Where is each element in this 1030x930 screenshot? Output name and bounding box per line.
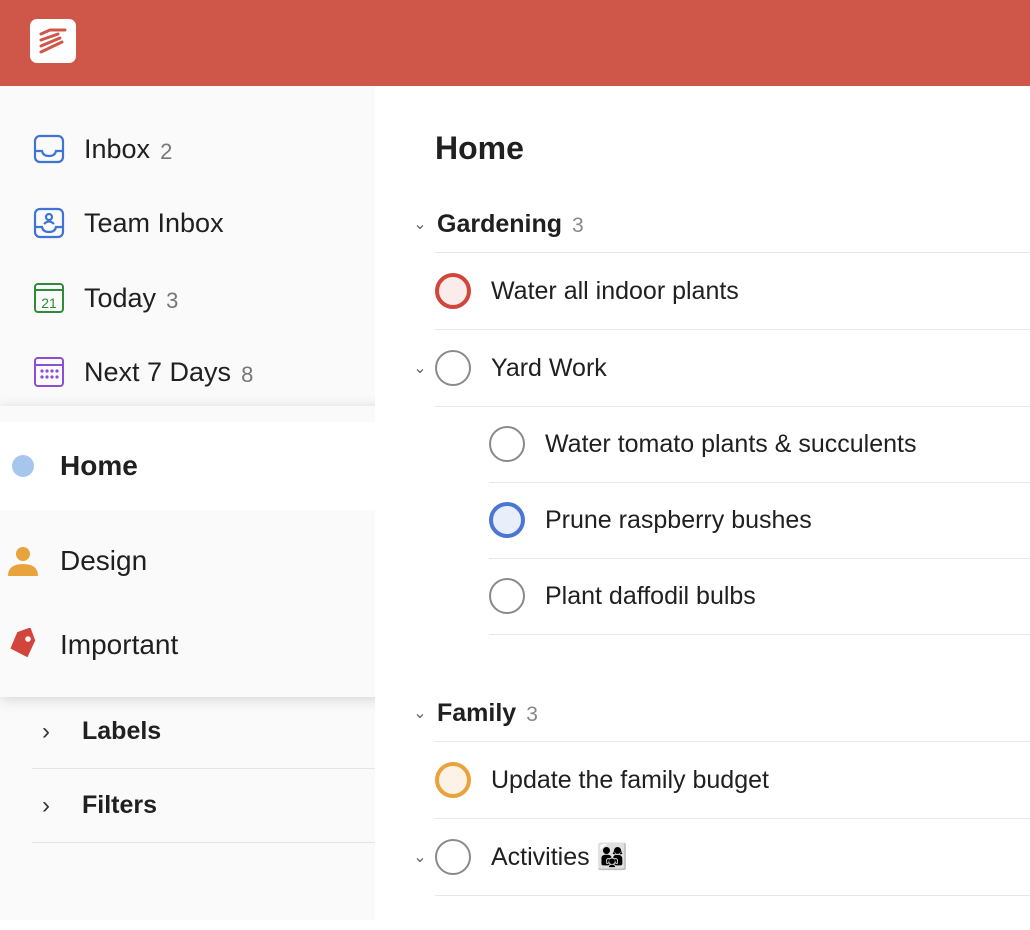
task-checkbox[interactable] [489, 426, 525, 462]
sidebar-item-today[interactable]: 21 Today 3 [32, 278, 178, 318]
task-label: Yard Work [491, 353, 607, 382]
sidebar-item-label: Today [84, 282, 157, 313]
task-checkbox[interactable] [435, 839, 471, 875]
chevron-down-icon[interactable]: ⌄ [405, 847, 435, 867]
next-7-days-count: 8 [241, 362, 254, 387]
task-label: Water tomato plants & succulents [545, 429, 917, 458]
popup-item-design[interactable]: Design [0, 517, 392, 605]
subtask-row[interactable]: Plant daffodil bulbs [489, 558, 1030, 635]
section-name: Family [437, 698, 517, 727]
sidebar-item-label: Inbox [84, 133, 151, 164]
task-row[interactable]: Water all indoor plants [435, 253, 1030, 330]
chevron-right-icon: › [42, 717, 50, 745]
chevron-down-icon[interactable]: ⌄ [405, 214, 435, 234]
task-row-activities[interactable]: ⌄ Activities 👨‍👩‍👧 [413, 819, 1030, 896]
calendar-today-icon: 21 [32, 281, 66, 315]
sidebar-item-label: Next 7 Days [84, 356, 232, 387]
main-content: Home ⌄ Gardening 3 Water all indoor plan… [375, 86, 1030, 930]
sidebar-item-next-7-days[interactable]: Next 7 Days 8 [32, 352, 253, 392]
inbox-count: 2 [160, 139, 173, 164]
task-checkbox[interactable] [435, 273, 471, 309]
section-name: Gardening [437, 209, 563, 238]
subtask-row[interactable]: Water tomato plants & succulents [489, 406, 1030, 483]
sidebar-section-label: Filters [82, 791, 158, 819]
task-label: Activities 👨‍👩‍👧 [491, 842, 628, 871]
task-label: Update the family budget [491, 765, 769, 794]
page-title: Home [435, 130, 524, 166]
sidebar-item-inbox[interactable]: Inbox 2 [32, 129, 172, 169]
today-count: 3 [166, 288, 179, 313]
svg-text:21: 21 [41, 295, 57, 311]
sidebar-item-team-inbox[interactable]: Team Inbox [32, 203, 224, 243]
chevron-right-icon: › [42, 791, 50, 819]
sidebar-filters-toggle[interactable]: › Filters [32, 769, 375, 843]
section-count: 3 [526, 703, 538, 726]
section-header-family[interactable]: ⌄ Family 3 [405, 688, 1030, 738]
task-row[interactable]: Update the family budget [435, 742, 1030, 819]
task-label: Water all indoor plants [491, 276, 739, 305]
popup-item-home[interactable]: Home [0, 422, 392, 510]
subtask-row[interactable]: Prune raspberry bushes [489, 482, 1030, 559]
top-bar [0, 0, 1030, 86]
sidebar-item-label: Team Inbox [84, 207, 224, 238]
section-count: 3 [572, 214, 584, 237]
team-inbox-icon [32, 206, 66, 240]
task-row-yard-work[interactable]: ⌄ Yard Work [413, 330, 1030, 407]
task-checkbox[interactable] [435, 762, 471, 798]
task-label: Prune raspberry bushes [545, 505, 812, 534]
task-checkbox[interactable] [489, 502, 525, 538]
popup-item-label: Important [60, 629, 179, 660]
task-label: Plant daffodil bulbs [545, 581, 756, 610]
todoist-logo-icon[interactable] [30, 19, 76, 63]
sidebar-labels-toggle[interactable]: › Labels [32, 695, 375, 769]
popup-item-important[interactable]: Important [0, 601, 392, 689]
calendar-week-icon [32, 355, 66, 389]
dot-icon [6, 449, 40, 483]
task-checkbox[interactable] [435, 350, 471, 386]
task-checkbox[interactable] [489, 578, 525, 614]
section-header-gardening[interactable]: ⌄ Gardening 3 [405, 199, 1030, 249]
chevron-down-icon[interactable]: ⌄ [405, 358, 435, 378]
projects-popup: Home Design Important [0, 406, 407, 697]
sidebar-section-label: Labels [82, 717, 162, 745]
popup-item-label: Design [60, 545, 148, 576]
tag-icon [6, 628, 40, 662]
chevron-down-icon[interactable]: ⌄ [405, 703, 435, 723]
popup-item-label: Home [60, 450, 138, 481]
inbox-icon [32, 132, 66, 166]
person-icon [6, 544, 40, 578]
